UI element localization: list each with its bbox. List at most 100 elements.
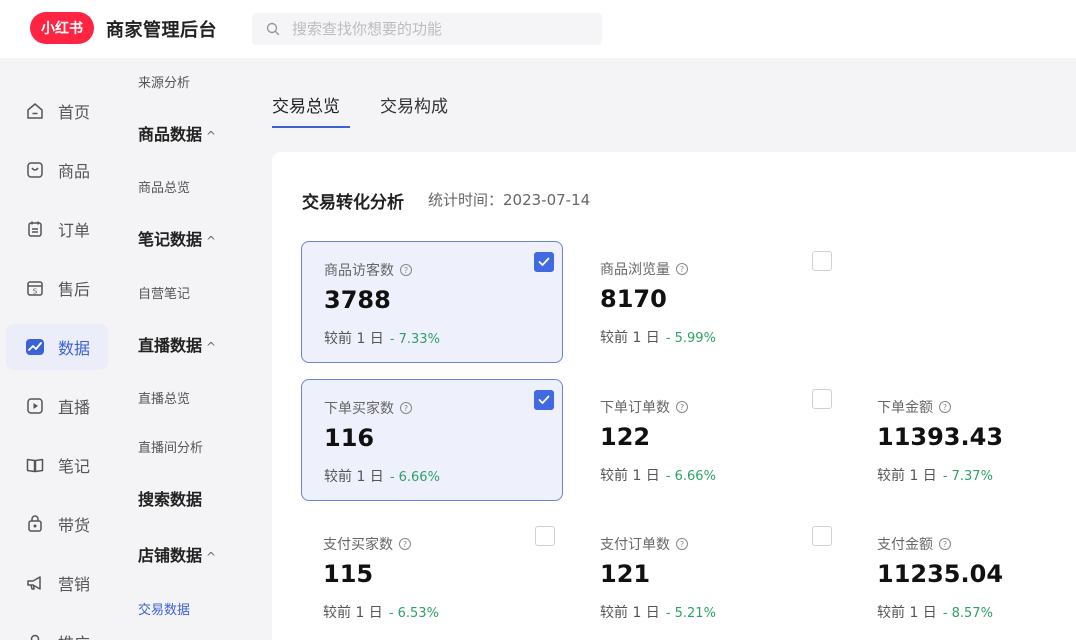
data-icon	[24, 336, 46, 358]
compare-prefix: 较前 1 日	[324, 331, 384, 347]
metric-value: 121	[600, 560, 651, 588]
compare-prefix: 较前 1 日	[324, 469, 384, 485]
bag-icon	[24, 513, 46, 535]
nav-item-promote[interactable]: 推广	[6, 619, 108, 640]
metric-card-pay-buyers[interactable]: 支付买家数? 115 较前 1 日 - 6.53%	[301, 516, 563, 638]
nav-item-bag[interactable]: 带货	[6, 501, 108, 547]
panel-title: 交易转化分析	[302, 193, 404, 213]
trade-conversion-panel: 交易转化分析 统计时间：2023-07-14 商品访客数? 3788 较前 1 …	[272, 152, 1076, 640]
metric-card-pay-amount[interactable]: 支付金额? 11235.04 较前 1 日 - 8.57%	[855, 516, 1070, 638]
help-icon[interactable]: ?	[400, 264, 412, 276]
nav-label: 带货	[58, 516, 91, 535]
subnav-item-live-room-analysis[interactable]: 直播间分析	[138, 437, 203, 456]
compare-prefix: 较前 1 日	[600, 330, 660, 346]
subnav-group-notes-data[interactable]: 笔记数据 ^	[138, 226, 216, 250]
collapse-caret-icon: ^	[206, 234, 217, 248]
compare-percent: - 7.33%	[389, 332, 440, 347]
help-icon[interactable]: ?	[939, 401, 951, 413]
metric-value: 3788	[324, 286, 391, 314]
top-bar: 小红书 商家管理后台	[0, 0, 1076, 58]
subnav-group-label: 直播数据	[138, 336, 203, 355]
check-icon	[538, 395, 550, 404]
metric-card-order-buyers[interactable]: 下单买家数? 116 较前 1 日 - 6.66%	[301, 379, 563, 501]
metric-compare: 较前 1 日 - 5.99%	[600, 327, 716, 347]
help-icon[interactable]: ?	[676, 263, 688, 275]
nav-item-data[interactable]: 数据	[6, 324, 108, 370]
after-sales-icon: S	[24, 277, 46, 299]
subnav-group-label: 笔记数据	[138, 230, 203, 249]
nav-label: 推广	[58, 630, 90, 640]
nav-item-notes[interactable]: 笔记	[6, 442, 108, 488]
compare-prefix: 较前 1 日	[600, 468, 660, 484]
subnav-group-search-data[interactable]: 搜索数据	[138, 486, 202, 510]
tab-bar: 交易总览 交易构成	[272, 58, 1076, 154]
compare-percent: - 8.57%	[942, 606, 993, 621]
search-box[interactable]	[252, 13, 602, 45]
collapse-caret-icon: ^	[206, 340, 217, 354]
search-input[interactable]	[292, 20, 592, 38]
left-nav: 首页 商品 订单 S 售后 数据 直播 笔记 带货 营销	[0, 58, 120, 640]
metric-checkbox[interactable]	[812, 251, 832, 271]
help-icon[interactable]: ?	[399, 538, 411, 550]
brand-logo[interactable]: 小红书	[30, 12, 94, 44]
subnav-item-source-analysis[interactable]: 来源分析	[138, 72, 190, 91]
tab-trade-overview[interactable]: 交易总览	[272, 92, 340, 117]
sub-nav: 来源分析 商品数据 ^ 商品总览 笔记数据 ^ 自营笔记 直播数据 ^ 直播总览 直播…	[120, 58, 270, 640]
metric-card-order-amount[interactable]: 下单金额? 11393.43 较前 1 日 - 7.37%	[855, 379, 1070, 501]
help-icon[interactable]: ?	[400, 402, 412, 414]
metric-compare: 较前 1 日 - 6.66%	[324, 466, 440, 486]
svg-text:S: S	[33, 288, 38, 296]
metric-value: 122	[600, 423, 651, 451]
metric-value: 8170	[600, 285, 667, 313]
metric-label: 商品浏览量	[600, 262, 670, 278]
metric-value: 115	[323, 560, 374, 588]
nav-item-product[interactable]: 商品	[6, 147, 108, 193]
metric-value: 11235.04	[877, 560, 1004, 588]
nav-item-home[interactable]: 首页	[6, 88, 108, 134]
subnav-item-trade-data[interactable]: 交易数据	[138, 599, 190, 618]
compare-prefix: 较前 1 日	[877, 468, 937, 484]
metric-checkbox[interactable]	[812, 526, 832, 546]
nav-label: 笔记	[58, 457, 91, 476]
metric-compare: 较前 1 日 - 8.57%	[877, 602, 993, 622]
metric-value: 116	[324, 424, 375, 452]
metric-label-row: 下单买家数?	[324, 398, 412, 418]
order-icon	[24, 218, 46, 240]
collapse-caret-icon: ^	[206, 129, 217, 143]
metric-checkbox[interactable]	[534, 390, 554, 410]
megaphone-icon	[24, 572, 46, 594]
metric-label: 下单订单数	[600, 400, 670, 416]
metric-label: 支付订单数	[600, 537, 670, 553]
subnav-item-live-overview[interactable]: 直播总览	[138, 388, 190, 407]
metric-card-order-count[interactable]: 下单订单数? 122 较前 1 日 - 6.66%	[578, 379, 840, 501]
metric-label-row: 下单金额?	[877, 397, 951, 417]
metric-card-pay-orders[interactable]: 支付订单数? 121 较前 1 日 - 5.21%	[578, 516, 840, 638]
help-icon[interactable]: ?	[676, 401, 688, 413]
metric-checkbox[interactable]	[812, 389, 832, 409]
metric-label-row: 支付买家数?	[323, 534, 411, 554]
tab-trade-composition[interactable]: 交易构成	[380, 92, 448, 117]
nav-item-order[interactable]: 订单	[6, 206, 108, 252]
app-title: 商家管理后台	[106, 20, 217, 41]
subnav-group-goods-data[interactable]: 商品数据 ^	[138, 121, 216, 145]
compare-percent: - 6.53%	[388, 606, 439, 621]
metric-label-row: 商品访客数?	[324, 260, 412, 280]
help-icon[interactable]: ?	[676, 538, 688, 550]
subnav-item-self-notes[interactable]: 自营笔记	[138, 283, 190, 302]
promote-icon	[24, 631, 46, 640]
nav-item-live[interactable]: 直播	[6, 383, 108, 429]
compare-percent: - 5.21%	[665, 606, 716, 621]
metric-card-goods-visitors[interactable]: 商品访客数? 3788 较前 1 日 - 7.33%	[301, 241, 563, 363]
help-icon[interactable]: ?	[939, 538, 951, 550]
subnav-group-live-data[interactable]: 直播数据 ^	[138, 332, 216, 356]
metric-card-goods-pageviews[interactable]: 商品浏览量? 8170 较前 1 日 - 5.99%	[578, 241, 840, 363]
metric-label-row: 支付金额?	[877, 534, 951, 554]
metric-checkbox[interactable]	[534, 252, 554, 272]
subnav-item-goods-overview[interactable]: 商品总览	[138, 177, 190, 196]
metric-checkbox[interactable]	[535, 526, 555, 546]
subnav-group-shop-data[interactable]: 店铺数据 ^	[138, 542, 216, 566]
nav-item-marketing[interactable]: 营销	[6, 560, 108, 606]
metric-label: 商品访客数	[324, 263, 394, 279]
compare-percent: - 6.66%	[665, 469, 716, 484]
nav-item-after-sales[interactable]: S 售后	[6, 265, 108, 311]
